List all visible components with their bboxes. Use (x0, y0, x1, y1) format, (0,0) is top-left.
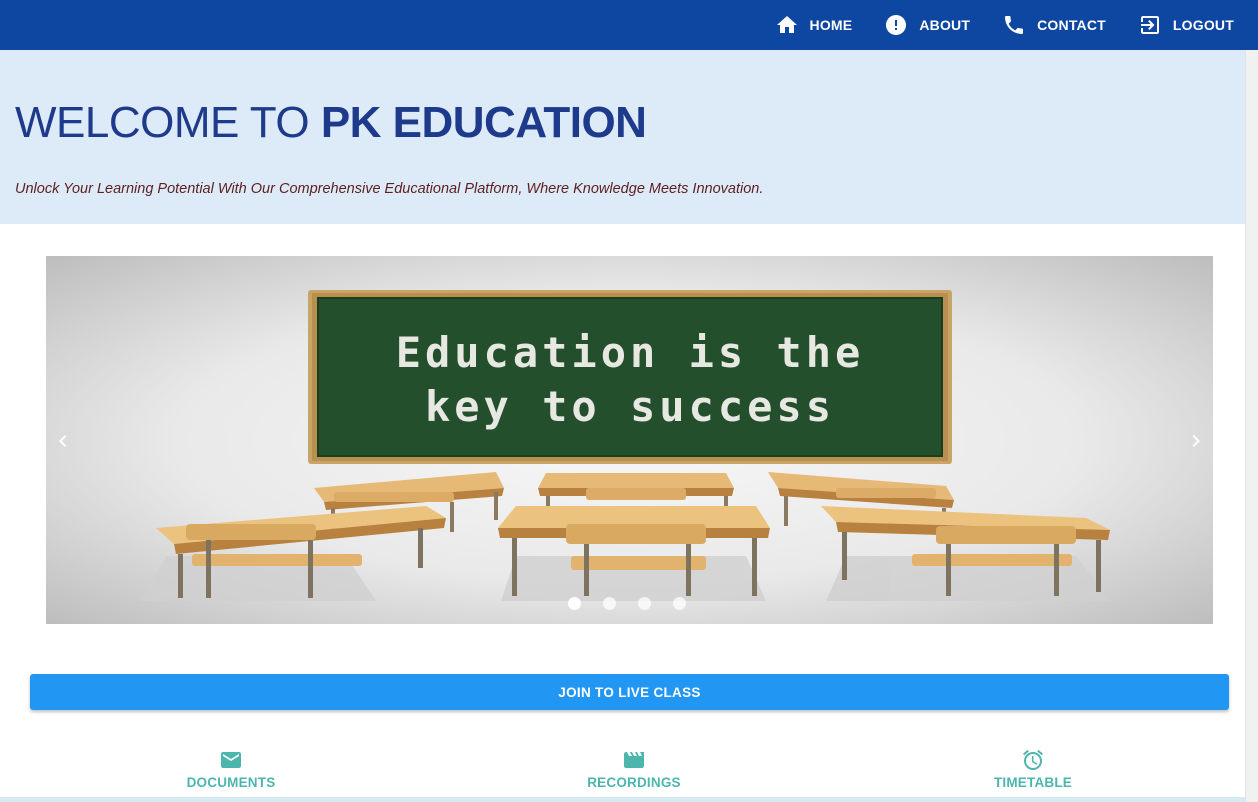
bottom-navigation: DOCUMENTS RECORDINGS TIMETABLE (30, 740, 1235, 802)
nav-contact-label: CONTACT (1037, 17, 1106, 33)
tab-timetable[interactable]: TIMETABLE (933, 740, 1133, 800)
hero-subtitle: Unlock Your Learning Potential With Our … (15, 181, 764, 197)
phone-icon (1005, 16, 1024, 34)
chevron-right-icon (1192, 435, 1200, 447)
blackboard-line-1: Education is the (396, 328, 865, 377)
carousel-prev-button[interactable] (48, 426, 78, 456)
blackboard-line-2: key to success (425, 382, 835, 431)
carousel-dot-3[interactable] (638, 597, 651, 610)
carousel-indicators (568, 597, 708, 610)
tab-recordings[interactable]: RECORDINGS (534, 740, 734, 800)
tab-recordings-label: RECORDINGS (587, 775, 681, 790)
nav-home-label: HOME (809, 17, 853, 33)
home-icon (776, 16, 797, 33)
carousel-dot-4[interactable] (673, 597, 686, 610)
bottom-divider (0, 797, 1245, 802)
page-title: WELCOME TO PK EDUCATION (15, 96, 647, 150)
image-carousel: Education is the key to success (46, 256, 1213, 624)
nav-about-link[interactable]: ABOUT (884, 0, 970, 50)
nav-contact-link[interactable]: CONTACT (1002, 0, 1106, 50)
tab-documents-label: DOCUMENTS (186, 775, 276, 790)
classroom-illustration: Education is the key to success (141, 290, 1111, 601)
hero-banner: WELCOME TO PK EDUCATION Unlock Your Lear… (0, 50, 1245, 224)
nav-logout-link[interactable]: LOGOUT (1138, 0, 1234, 50)
carousel-dot-2[interactable] (603, 597, 616, 610)
join-live-class-button[interactable]: JOIN TO LIVE CLASS (30, 674, 1229, 710)
clapperboard-icon (624, 752, 644, 768)
info-icon (886, 15, 907, 35)
nav-menu: HOME ABOUT CONTACT LOGOUT (743, 0, 1234, 50)
tab-timetable-label: TIMETABLE (993, 775, 1073, 790)
page: HOME ABOUT CONTACT LOGOUT WELCOME TO PK … (0, 0, 1258, 802)
scrollbar[interactable] (1245, 50, 1258, 802)
carousel-dot-1[interactable] (568, 597, 581, 610)
tab-documents[interactable]: DOCUMENTS (131, 740, 331, 800)
top-navbar: HOME ABOUT CONTACT LOGOUT (0, 0, 1258, 50)
chevron-left-icon (59, 435, 67, 447)
nav-logout-label: LOGOUT (1172, 17, 1234, 33)
nav-about-label: ABOUT (919, 17, 971, 33)
carousel-next-button[interactable] (1181, 426, 1211, 456)
title-brand: PK EDUCATION (320, 98, 647, 147)
alarm-clock-icon (1023, 749, 1043, 770)
logout-icon (1140, 16, 1159, 34)
email-icon (221, 752, 241, 768)
title-prefix: WELCOME TO (15, 98, 321, 147)
nav-home-link[interactable]: HOME (775, 0, 853, 50)
